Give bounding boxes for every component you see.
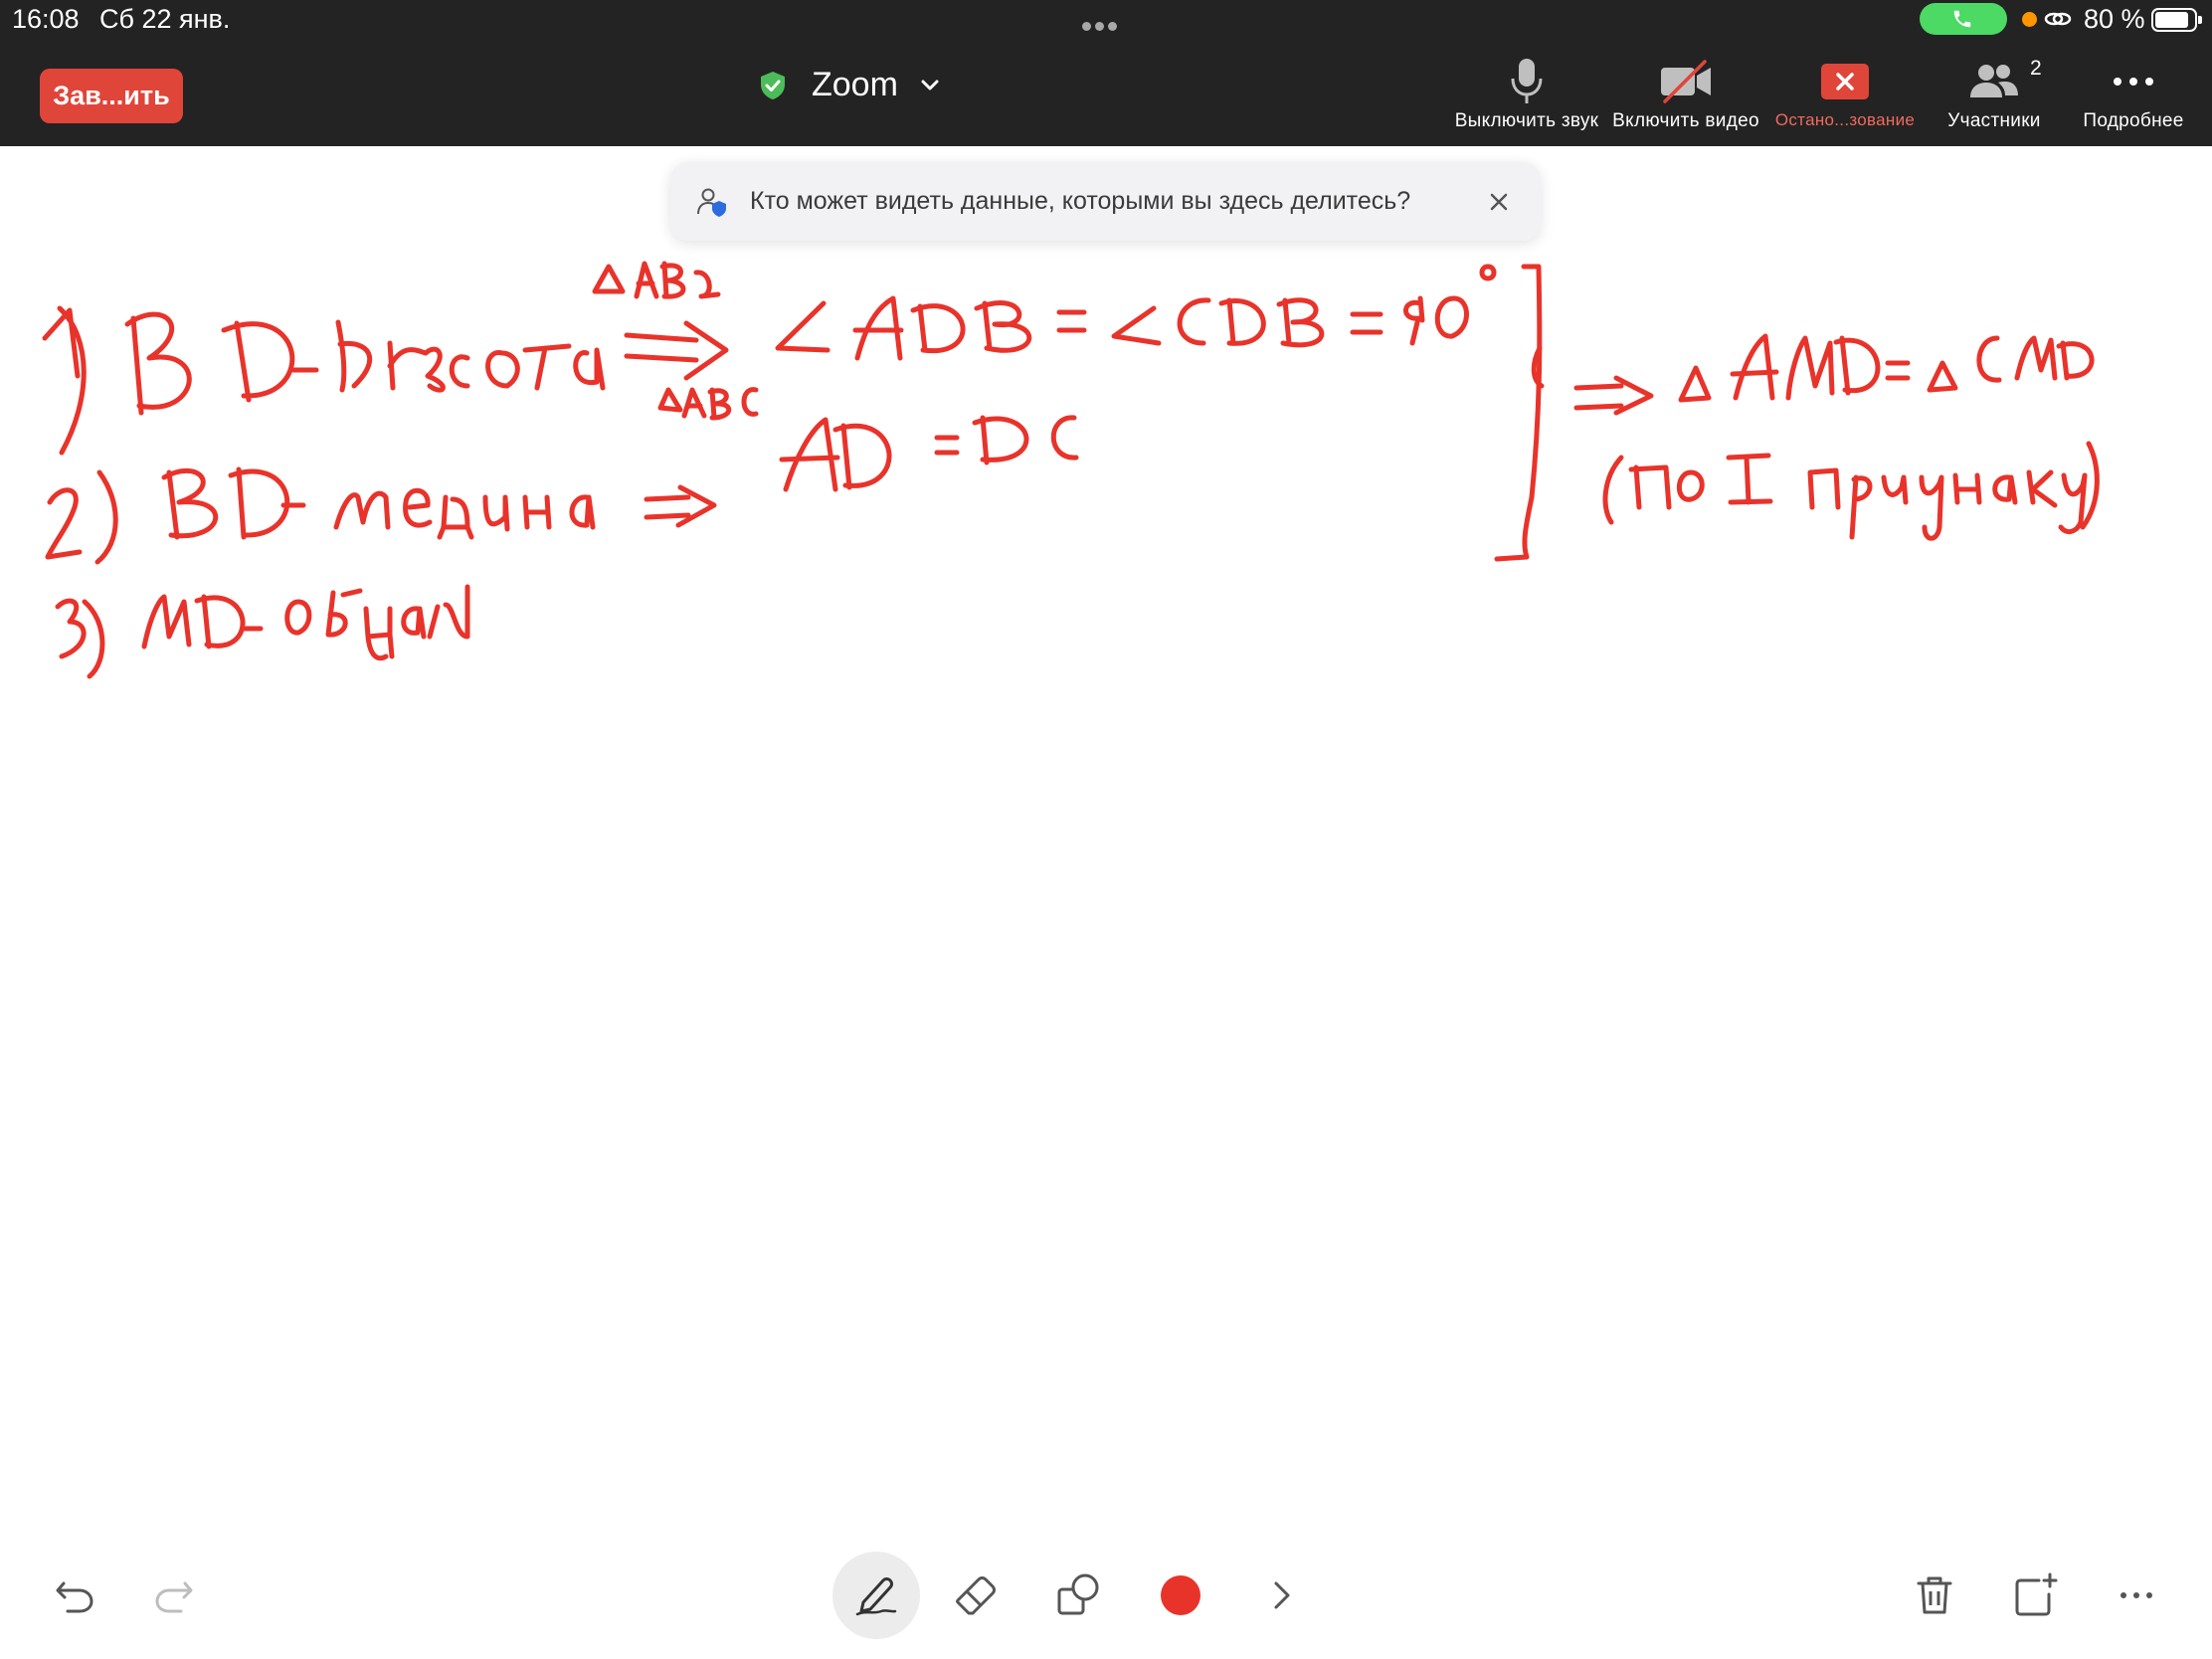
color-swatch-button[interactable] — [1146, 1561, 1215, 1630]
redo-button[interactable] — [139, 1561, 209, 1630]
eraser-icon — [956, 1576, 996, 1615]
more-options-button[interactable] — [2102, 1561, 2171, 1630]
delete-button[interactable] — [1900, 1561, 1969, 1630]
start-video-button[interactable]: Включить видео — [1606, 56, 1765, 132]
meeting-title[interactable]: Zoom — [758, 66, 940, 104]
chevron-down-icon — [921, 80, 939, 90]
ink-line-2 — [45, 387, 1079, 565]
start-video-label: Включить видео — [1612, 110, 1759, 131]
redo-icon — [155, 1581, 193, 1613]
trash-icon — [1917, 1576, 1952, 1614]
mute-label: Выключить звук — [1454, 110, 1599, 131]
multitasking-dots-icon[interactable] — [1082, 18, 1121, 36]
ink-bracket — [1494, 264, 1545, 562]
more-button[interactable]: Подробнее — [2064, 56, 2203, 132]
ink-line-1 — [42, 261, 1497, 456]
microphone-icon — [1511, 59, 1543, 103]
shapes-icon — [1057, 1573, 1099, 1615]
active-call-indicator[interactable] — [1920, 3, 2007, 35]
new-page-icon — [2015, 1572, 2058, 1616]
participants-icon — [1970, 65, 2018, 97]
eraser-tool-button[interactable] — [942, 1561, 1012, 1630]
stop-share-icon — [1821, 64, 1869, 99]
stop-share-button[interactable]: Остано...зование — [1765, 56, 1925, 130]
end-meeting-button[interactable]: Зав...ить — [40, 69, 183, 123]
more-icon — [2120, 1592, 2152, 1598]
battery-percent: 80 % — [2084, 4, 2145, 34]
expand-tools-button[interactable] — [1247, 1561, 1317, 1630]
video-off-icon — [1661, 60, 1711, 103]
color-swatch — [1161, 1575, 1200, 1615]
privacy-indicator-dot — [2022, 12, 2037, 27]
more-icon — [2114, 78, 2153, 86]
new-page-button[interactable] — [2001, 1561, 2071, 1630]
participants-label: Участники — [1947, 110, 2041, 131]
top-bar: 16:08 Сб 22 янв. 80 % Зав...ить Zoom Вык… — [0, 0, 2212, 146]
shapes-tool-button[interactable] — [1044, 1561, 1114, 1630]
status-time: 16:08 — [12, 4, 80, 34]
participants-count: 2 — [2030, 57, 2042, 80]
battery-icon — [2151, 8, 2202, 32]
encryption-shield-icon — [761, 71, 785, 99]
phone-icon — [1953, 10, 1971, 28]
stop-share-label: Остано...зование — [1774, 110, 1916, 129]
whiteboard-canvas[interactable] — [0, 146, 2212, 1539]
more-label: Подробнее — [2083, 110, 2184, 131]
pen-tool-button[interactable] — [832, 1552, 920, 1639]
ink-reason — [1602, 441, 2100, 541]
pen-icon — [855, 1577, 897, 1616]
ink-conclusion — [1573, 333, 2095, 416]
chevron-right-icon — [1274, 1581, 1290, 1609]
undo-button[interactable] — [40, 1561, 109, 1630]
ink-line-3 — [55, 584, 470, 679]
mute-button[interactable]: Выключить звук — [1447, 56, 1606, 132]
status-date: Сб 22 янв. — [99, 4, 231, 34]
link-icon — [2044, 12, 2072, 26]
undo-icon — [56, 1581, 93, 1613]
meeting-title-text: Zoom — [812, 66, 898, 103]
